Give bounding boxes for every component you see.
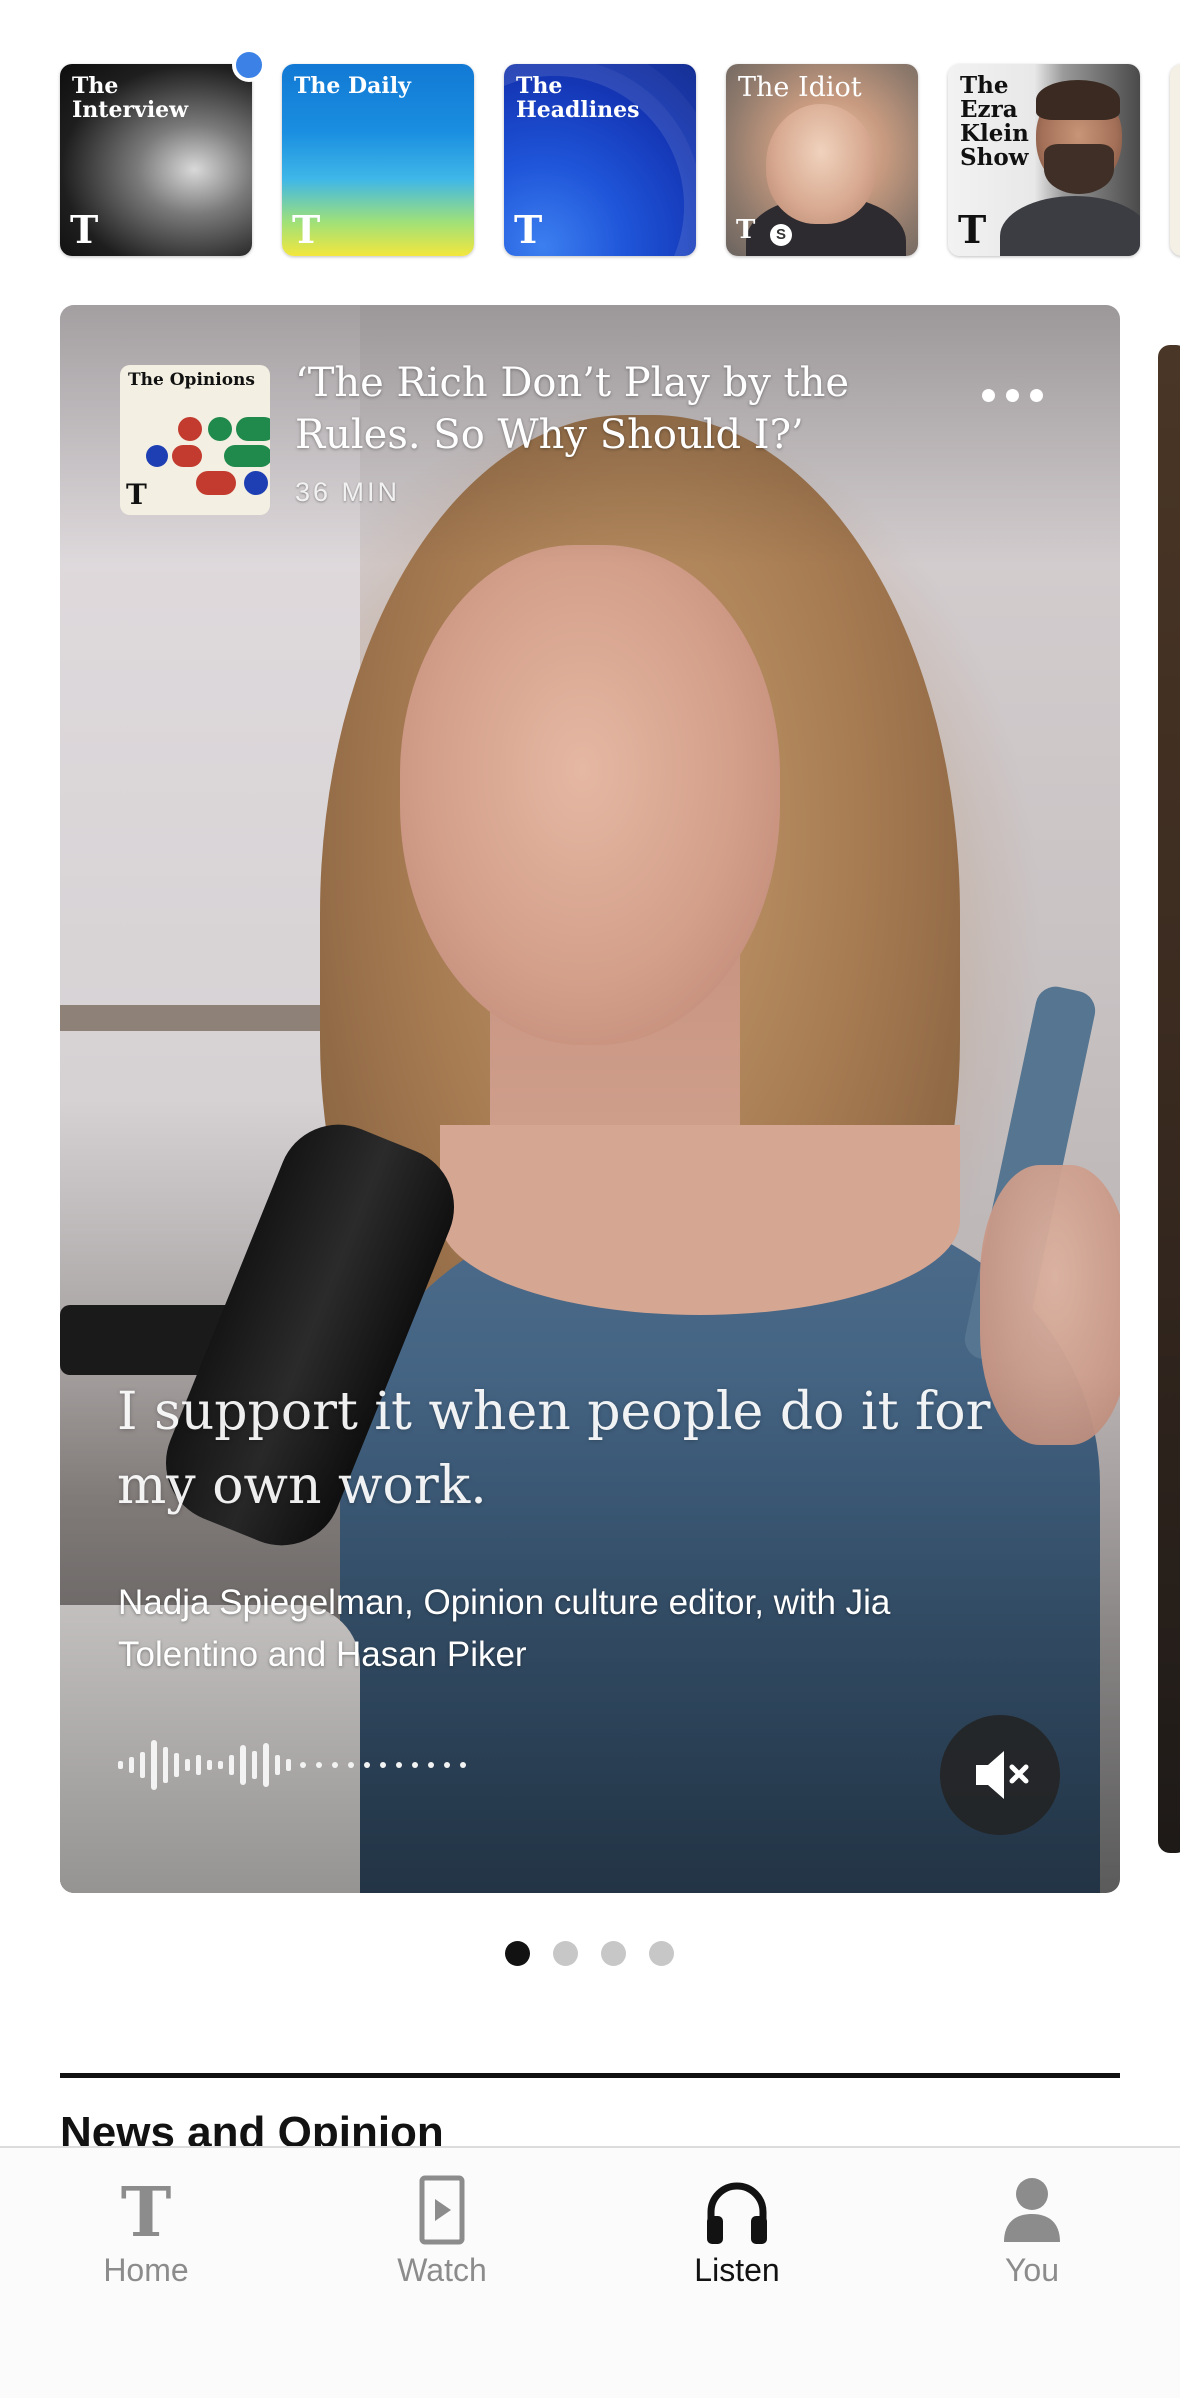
tab-label: Home	[103, 2252, 189, 2288]
tab-you[interactable]: You	[922, 2148, 1142, 2398]
show-artwork-the-opinions[interactable]: The Opinions T	[120, 365, 270, 515]
tab-label: Listen	[694, 2252, 780, 2288]
more-options-icon[interactable]	[980, 377, 1050, 417]
speaker-credit: Nadja Spiegelman, Opinion culture editor…	[118, 1583, 891, 1674]
nyt-logo-icon: T	[126, 478, 147, 511]
show-tile-the-idiot[interactable]: The Idiot T S	[726, 64, 918, 256]
tab-watch[interactable]: Watch	[332, 2148, 552, 2398]
audio-waveform-icon	[118, 1740, 466, 1790]
show-tile-next-partial[interactable]	[1170, 64, 1180, 256]
show-tile-title: The Interview	[72, 73, 189, 123]
featured-episode-card[interactable]: The Opinions T ‘The Rich Don’t Play by t…	[60, 305, 1120, 1893]
headphones-icon	[707, 2182, 767, 2244]
svg-text:T: T	[121, 2174, 172, 2246]
page-dot[interactable]	[649, 1941, 674, 1966]
carousel-page-indicator	[505, 1941, 705, 1967]
serial-badge-icon: S	[770, 224, 792, 246]
nyt-logo-icon: T	[70, 207, 99, 252]
transcript-caption: I support it when people do it for my ow…	[117, 1382, 991, 1516]
nyt-logo-icon: T	[292, 207, 321, 252]
unread-indicator	[232, 48, 266, 82]
play-icon	[419, 2175, 465, 2245]
bottom-tab-bar: T Home Watch Listen You	[0, 2146, 1180, 2398]
speaker-video-frame	[400, 545, 780, 1045]
section-divider	[60, 2073, 1120, 2078]
muted-speaker-icon[interactable]	[940, 1715, 1060, 1835]
show-tile-the-daily[interactable]: The Daily T	[282, 64, 474, 256]
page-dot[interactable]	[601, 1941, 626, 1966]
show-tile-title: The Headlines	[516, 73, 640, 123]
episode-title[interactable]: ‘The Rich Don’t Play by the Rules. So Wh…	[295, 357, 855, 461]
show-artwork-portrait	[766, 104, 876, 224]
tab-home[interactable]: T Home	[36, 2148, 256, 2398]
nyt-logo-icon: T	[958, 207, 987, 252]
show-tile-title: The Ezra Klein Show	[960, 72, 1029, 171]
nyt-logo-icon: T	[121, 2174, 172, 2246]
show-carousel[interactable]: The Interview T The Daily T The Headline…	[0, 0, 1180, 290]
page-dot-active[interactable]	[505, 1941, 530, 1966]
show-tile-the-interview[interactable]: The Interview T	[60, 64, 252, 256]
person-icon	[1004, 2178, 1060, 2242]
show-art-title: The Opinions	[128, 370, 255, 390]
page-dot[interactable]	[553, 1941, 578, 1966]
show-tile-title: The Daily	[294, 73, 411, 99]
tab-label: Watch	[397, 2252, 487, 2288]
show-tile-the-ezra-klein-show[interactable]: The Ezra Klein Show T	[948, 64, 1140, 256]
show-tile-title: The Idiot	[738, 72, 862, 103]
show-tile-the-headlines[interactable]: The Headlines T	[504, 64, 696, 256]
nyt-logo-icon: T	[736, 215, 756, 245]
tab-label: You	[1005, 2252, 1059, 2288]
tab-listen[interactable]: Listen	[627, 2148, 847, 2398]
nyt-logo-icon: T	[514, 207, 543, 252]
next-episode-card-partial[interactable]	[1158, 345, 1180, 1853]
episode-duration: 36 MIN	[295, 477, 401, 507]
